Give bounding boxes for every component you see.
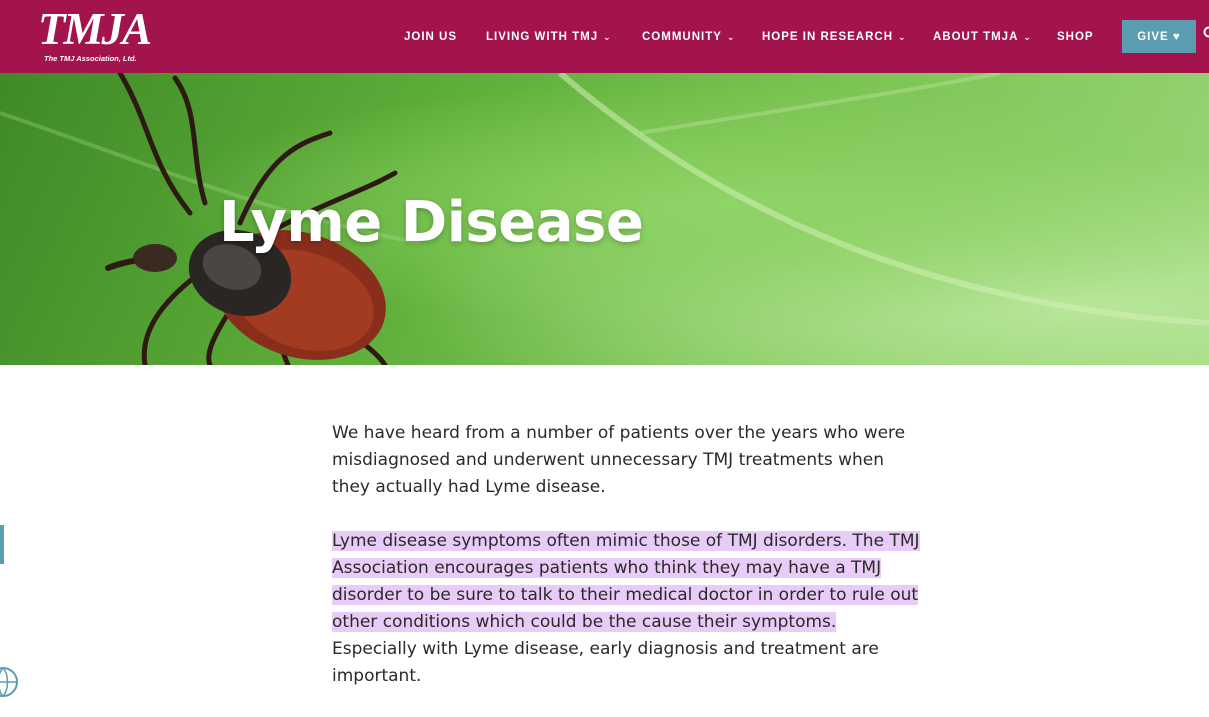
hero-banner: Lyme Disease	[0, 73, 1209, 365]
nav-community[interactable]: COMMUNITY ⌄	[642, 0, 735, 73]
nav-label: JOIN US	[404, 31, 457, 43]
site-header: TMJA The TMJ Association, Ltd. JOIN US L…	[0, 0, 1209, 73]
paragraph-text: Especially with Lyme disease, early diag…	[332, 639, 879, 686]
intro-paragraph: We have heard from a number of patients …	[332, 420, 922, 501]
logo-tagline: The TMJ Association, Ltd.	[44, 54, 154, 63]
nav-about-tmja[interactable]: ABOUT TMJA ⌄	[933, 0, 1032, 73]
logo[interactable]: TMJA The TMJ Association, Ltd.	[38, 6, 153, 66]
globe-icon[interactable]	[0, 662, 18, 702]
chevron-down-icon: ⌄	[727, 32, 736, 43]
nav-living-with-tmj[interactable]: LIVING WITH TMJ ⌄	[486, 0, 612, 73]
highlighted-text: Lyme disease symptoms often mimic those …	[332, 531, 920, 632]
chevron-down-icon: ⌄	[603, 32, 612, 43]
nav-join-us[interactable]: JOIN US	[404, 0, 457, 73]
side-tab[interactable]	[0, 525, 4, 564]
logo-mark: TMJA	[38, 6, 153, 52]
give-button[interactable]: GIVE ♥	[1122, 20, 1196, 53]
nav-label: ABOUT TMJA	[933, 31, 1018, 43]
advice-paragraph: Lyme disease symptoms often mimic those …	[332, 528, 922, 690]
chevron-down-icon: ⌄	[898, 32, 907, 43]
nav-label: COMMUNITY	[642, 31, 722, 43]
nav-label: HOPE IN RESEARCH	[762, 31, 893, 43]
nav-shop[interactable]: SHOP	[1057, 0, 1094, 73]
search-icon[interactable]	[1203, 26, 1209, 40]
nav-hope-in-research[interactable]: HOPE IN RESEARCH ⌄	[762, 0, 907, 73]
page-title: Lyme Disease	[219, 190, 643, 255]
nav-label: LIVING WITH TMJ	[486, 31, 598, 43]
nav-label: SHOP	[1057, 31, 1094, 43]
chevron-down-icon: ⌄	[1023, 32, 1032, 43]
article-body: We have heard from a number of patients …	[332, 420, 922, 717]
